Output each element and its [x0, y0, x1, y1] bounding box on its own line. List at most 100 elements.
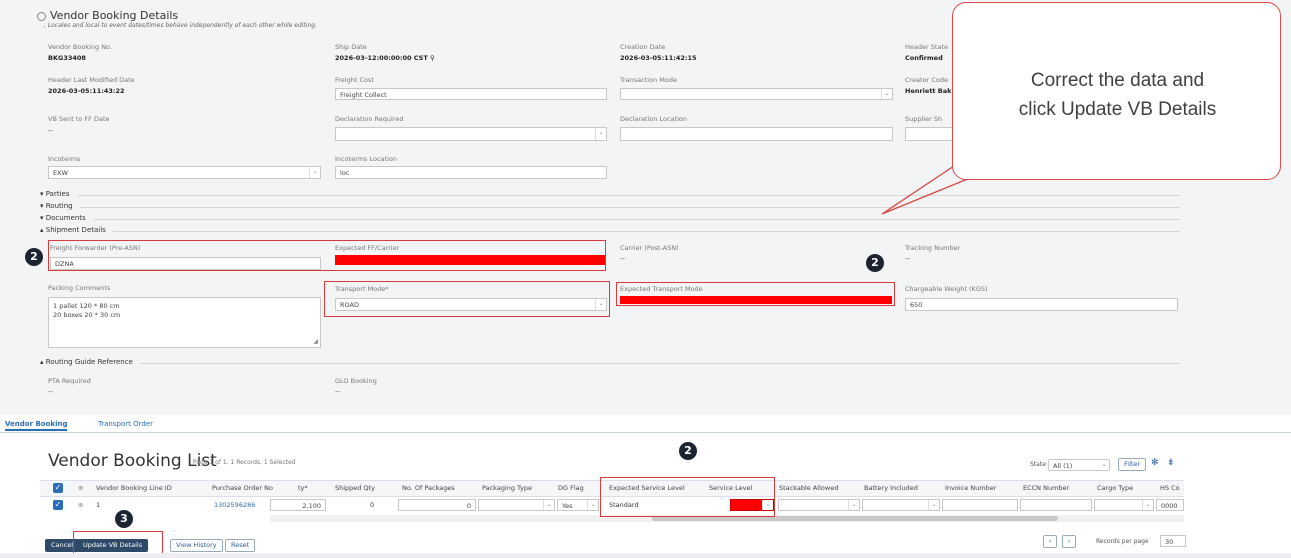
packing-line: 1 pallet 120 * 80 cm — [53, 302, 120, 310]
packing-comments-textarea[interactable]: 1 pallet 120 * 80 cm 20 boxes 20 * 30 cm… — [48, 297, 321, 348]
declaration-required-select[interactable]: ⌄ — [335, 127, 607, 141]
col-header[interactable]: HS Co — [1160, 484, 1180, 492]
creation-date-label: Creation Date — [620, 43, 666, 51]
expected-ff-label: Expected FF/Carrier — [335, 244, 400, 252]
expand-all-icon[interactable]: ⊕ — [78, 484, 83, 492]
section-routing[interactable]: ▾ Routing — [40, 202, 73, 210]
ff-pre-asn-label: Freight Forwarder (Pre-ASN) — [50, 244, 141, 252]
chevron-down-icon: ⌄ — [587, 500, 598, 510]
tab-vendor-booking[interactable]: Vendor Booking — [5, 420, 68, 431]
col-header[interactable]: Stackable Allowed — [779, 484, 838, 492]
col-header[interactable]: ECCN Number — [1023, 484, 1069, 492]
dg-flag-select[interactable]: Yes ⌄ — [557, 499, 599, 511]
packages-input[interactable]: 0 — [398, 499, 476, 511]
records-per-page-label: Records per page — [1096, 538, 1149, 545]
row-checkbox[interactable]: ✓ — [53, 500, 63, 510]
divider — [94, 219, 1180, 220]
incoterms-label: Incoterms — [48, 155, 81, 163]
cargo-type-select[interactable]: ⌄ — [1094, 499, 1154, 511]
section-parties[interactable]: ▾ Parties — [40, 190, 69, 198]
line-id-cell: 1 — [96, 501, 101, 509]
transaction-mode-select[interactable]: ⌄ — [620, 88, 893, 100]
bottom-bar — [0, 553, 1291, 558]
section-documents[interactable]: ▾ Documents — [40, 214, 86, 222]
col-header[interactable]: Cargo Type — [1097, 484, 1133, 492]
next-page-button[interactable]: › — [1062, 535, 1076, 548]
callout-text: Correct the data and click Update VB Det… — [965, 66, 1270, 124]
carrier-post-asn-label: Carrier (Post-ASN) — [620, 244, 679, 252]
invoice-number-input[interactable] — [942, 499, 1018, 511]
declaration-location-input[interactable] — [620, 127, 893, 141]
view-history-button[interactable]: View History — [170, 539, 223, 552]
gear-icon[interactable]: ✻ — [1151, 458, 1159, 468]
col-header[interactable]: Invoice Number — [945, 484, 996, 492]
expand-row-icon[interactable]: ⊕ — [78, 501, 83, 509]
col-header[interactable]: Vendor Booking Line ID — [96, 484, 172, 492]
freight-cost-label: Freight Cost — [335, 76, 374, 84]
eccn-number-input[interactable] — [1020, 499, 1092, 511]
creator-code-label: Creator Code — [905, 76, 948, 84]
chevron-down-icon: ⌄ — [881, 89, 892, 99]
expected-transport-value-redacted — [620, 296, 892, 304]
tracking-number-value: -- — [905, 255, 911, 263]
header-state-value: Confirmed — [905, 54, 943, 62]
annotation-box-service-level — [600, 477, 775, 517]
tab-divider — [0, 432, 1291, 433]
col-header[interactable]: DG Flag — [558, 484, 584, 492]
expected-transport-label: Expected Transport Mode — [620, 285, 703, 293]
supplier-input[interactable] — [905, 127, 955, 141]
tab-transport-order[interactable]: Transport Order — [98, 420, 153, 428]
divider — [140, 363, 1180, 364]
vb-no-value: BKG33408 — [48, 54, 86, 62]
incoterms-select[interactable]: EXW ⌄ — [48, 166, 321, 179]
details-note: , Locales and local to event dates/times… — [44, 22, 317, 29]
creator-code-value: Henriett Bak — [905, 87, 952, 95]
col-header[interactable]: Packaging Type — [482, 484, 532, 492]
freight-cost-input[interactable]: Freight Collect — [335, 88, 607, 100]
col-header[interactable]: No. Of Packages — [402, 484, 455, 492]
qty-input[interactable]: 2,100 — [270, 499, 326, 511]
prev-page-button[interactable]: ‹ — [1043, 535, 1057, 548]
po-number-link[interactable]: 1302596286 — [214, 501, 255, 509]
select-all-checkbox[interactable]: ✓ — [53, 483, 63, 493]
callout-line: Correct the data and — [1030, 70, 1205, 91]
packing-comments-label: Packing Comments — [48, 284, 111, 292]
details-title: Vendor Booking Details — [50, 9, 179, 22]
section-shipment-details[interactable]: ▴ Shipment Details — [40, 226, 106, 234]
vb-no-label: Vendor Booking No. — [48, 43, 112, 51]
records-per-page-select[interactable]: 30 — [1160, 535, 1186, 547]
col-header[interactable]: Battery Included — [864, 484, 918, 492]
state-select[interactable]: All (1) ⌄ — [1048, 459, 1110, 471]
callout-line: click Update VB Details — [1018, 99, 1217, 120]
filter-button[interactable]: Filter — [1118, 458, 1147, 471]
col-header[interactable]: Purchase Order No — [212, 484, 273, 492]
reset-button[interactable]: Reset — [225, 539, 256, 552]
chevron-down-icon: ⌄ — [928, 500, 939, 510]
hs-code-input[interactable]: 0000 — [1156, 499, 1184, 511]
pta-required-label: PTA Required — [48, 377, 91, 385]
resize-handle-icon[interactable]: ◢ — [313, 337, 318, 346]
section-routing-guide[interactable]: ▴ Routing Guide Reference — [40, 358, 133, 366]
incoterms-location-input[interactable]: loc — [335, 166, 607, 179]
export-icon[interactable]: ⇟ — [1167, 458, 1175, 468]
header-state-label: Header State — [905, 43, 948, 51]
step-badge: 3 — [115, 510, 133, 528]
step-badge: 2 — [679, 442, 697, 460]
chevron-down-icon: ⌄ — [1101, 461, 1107, 468]
packaging-type-select[interactable]: ⌄ — [478, 499, 555, 511]
update-vb-details-button[interactable]: Update VB Details — [77, 539, 149, 552]
chargeable-weight-input[interactable]: 650 — [905, 298, 1178, 311]
chevron-down-icon: ⌄ — [848, 500, 859, 510]
expected-ff-value-redacted — [335, 255, 605, 265]
chevron-down-icon: ⌄ — [595, 299, 606, 310]
col-header[interactable]: Shipped Qty — [335, 484, 375, 492]
stackable-select[interactable]: ⌄ — [778, 499, 860, 511]
col-header[interactable]: ty* — [298, 484, 308, 492]
list-title: Vendor Booking List — [48, 451, 217, 471]
divider — [113, 231, 1180, 232]
transport-mode-select[interactable]: ROAD ⌄ — [335, 298, 607, 311]
battery-select[interactable]: ⌄ — [862, 499, 940, 511]
details-header[interactable]: Vendor Booking Details — [37, 9, 178, 22]
declaration-location-label: Declaration Location — [620, 115, 688, 123]
ff-pre-asn-input[interactable]: DZNA — [50, 257, 321, 270]
